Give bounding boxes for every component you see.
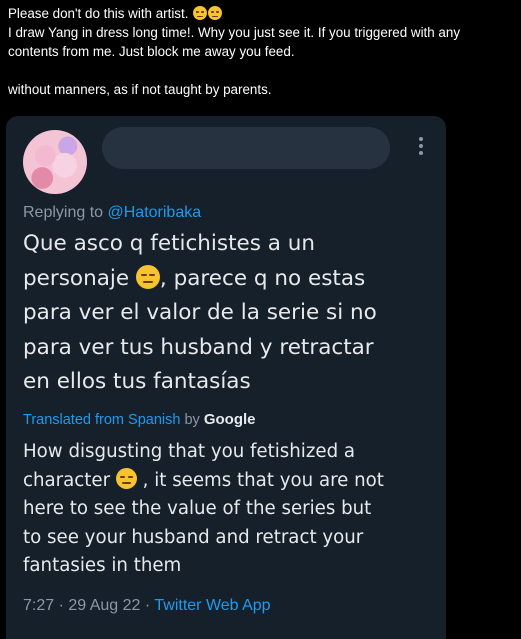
translation-line: fantasies in them — [23, 555, 182, 577]
unamused-face-icon — [135, 264, 160, 289]
unamused-face-icon — [208, 6, 223, 20]
more-vertical-icon[interactable] — [414, 134, 428, 156]
translation-line: How disgusting that you fetishized a — [23, 441, 356, 462]
avatar[interactable] — [23, 130, 87, 194]
unamused-face-icon — [115, 467, 137, 489]
translation-line: here to see the value of the series but — [23, 498, 372, 520]
tweet-line: para ver el valor de la serie si no — [23, 300, 377, 325]
tweet-metadata: 7:27 · 29 Aug 22 · Twitter Web App — [23, 597, 271, 614]
translation-attribution[interactable]: Translated from Spanish by Google — [23, 411, 256, 428]
tweet-screenshot-card: Replying to @Hatoribaka Que asco q fetic… — [6, 116, 446, 639]
tweet-time[interactable]: 7:27 — [23, 597, 54, 614]
caption-line-4: without manners, as if not taught by par… — [8, 82, 272, 97]
tweet-line: Que asco q fetichistes a un — [23, 231, 316, 256]
unamused-face-icon — [193, 6, 208, 20]
caption-line-3: contents from me. Just block me away you… — [8, 44, 295, 59]
post-caption: Please don't do this with artist. I draw… — [8, 4, 518, 99]
tweet-line: personaje , parece q no estas — [23, 264, 366, 291]
tweet-line: para ver tus husband y retractar — [23, 334, 374, 360]
caption-line-2: I draw Yang in dress long time!. Why you… — [8, 25, 461, 40]
translated-text: How disgusting that you fetishized a cha… — [23, 438, 433, 581]
tweet-date[interactable]: 29 Aug 22 — [68, 597, 140, 614]
redacted-username — [102, 127, 390, 169]
google-brand: Google — [203, 411, 256, 428]
caption-line-1: Please don't do this with artist. — [8, 4, 518, 23]
source-app-link[interactable]: Twitter Web App — [154, 597, 270, 614]
translation-line: to see your husband and retract your — [23, 526, 364, 548]
tweet-line: en ellos tus fantasías — [23, 369, 251, 394]
reply-handle-link[interactable]: @Hatoribaka — [108, 204, 202, 221]
translation-line: character , it seems that you are not — [23, 467, 384, 491]
tweet-text: Que asco q fetichistes a un personaje , … — [23, 227, 433, 400]
replying-to: Replying to @Hatoribaka — [23, 204, 202, 221]
